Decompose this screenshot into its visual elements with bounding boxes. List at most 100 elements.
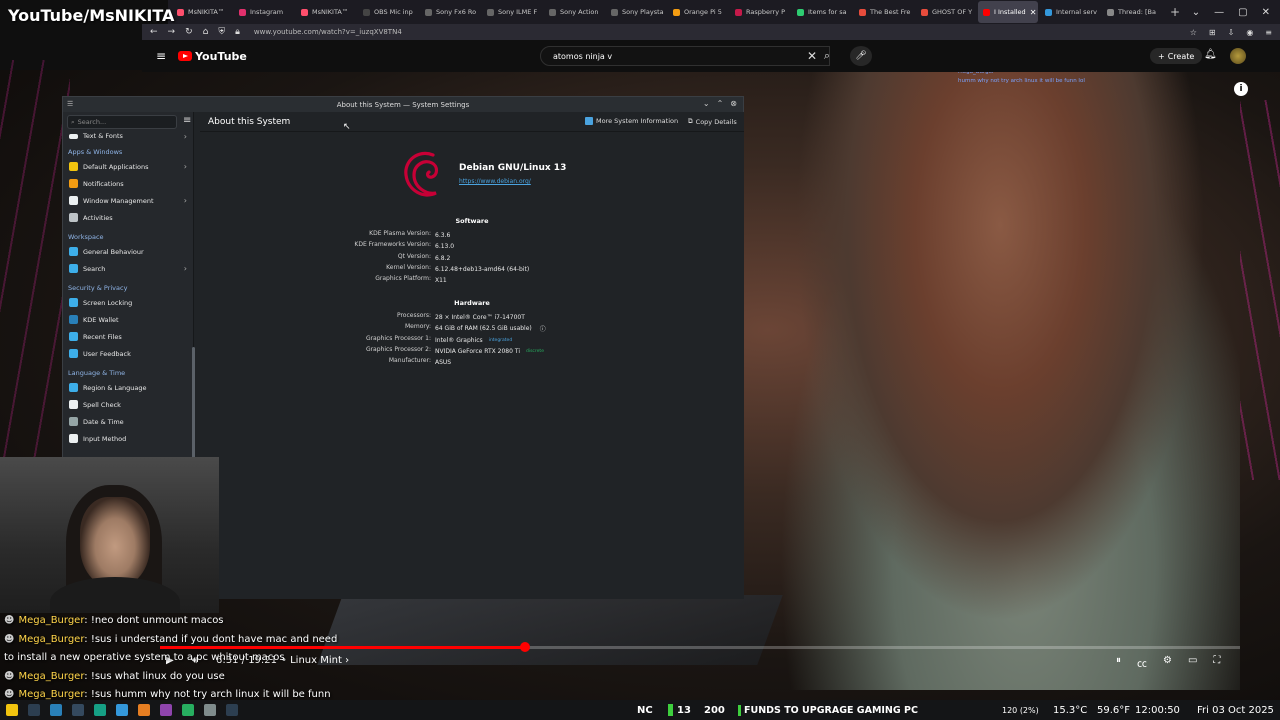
terminal-icon[interactable]	[72, 704, 84, 716]
search-button[interactable]: ⌕	[812, 46, 842, 66]
browser-tab[interactable]: I Installed ✕	[978, 1, 1038, 23]
extensions-icon[interactable]: ⊞	[1209, 28, 1216, 37]
more-system-info-button[interactable]: More System Information	[585, 117, 678, 125]
maximize-icon[interactable]: ⌃	[717, 99, 724, 108]
downloads-icon[interactable]: ⇩	[1228, 28, 1235, 37]
browser-tab[interactable]: GHOST OF Y	[916, 1, 976, 23]
sidebar-item-user-feedback[interactable]: User Feedback	[63, 345, 193, 362]
autoplay-toggle-icon[interactable]: ⏸	[1116, 655, 1121, 670]
browser-tab[interactable]: Sony Playsta	[606, 1, 666, 23]
app-icon[interactable]	[182, 704, 194, 716]
info-icon[interactable]: i	[1234, 82, 1248, 96]
fullscreen-icon[interactable]: ⛶	[1213, 655, 1220, 670]
bookmark-star-icon[interactable]: ☆	[1190, 28, 1197, 37]
youtube-logo[interactable]: YouTube	[178, 50, 247, 63]
create-button[interactable]: + Create	[1150, 48, 1203, 64]
browser-tab[interactable]: Internal serv	[1040, 1, 1100, 23]
chat-message: ☻ Mega_Burger: !neo dont unmount macos	[4, 612, 337, 631]
window-titlebar[interactable]: ☰ About this System — System Settings ⌄ …	[63, 97, 743, 112]
date[interactable]: Fri 03 Oct 2025	[1197, 705, 1274, 716]
progress-scrubber[interactable]	[520, 642, 531, 652]
browser-tab[interactable]: Thread: [Ba	[1102, 1, 1162, 23]
home-icon[interactable]: ⌂	[203, 27, 209, 37]
browser-tab[interactable]: Raspberry P	[730, 1, 790, 23]
app-menu-icon[interactable]: ☰	[67, 100, 73, 108]
microphone-icon[interactable]: 🎤︎	[850, 46, 872, 66]
back-icon[interactable]: ←	[150, 27, 158, 37]
sidebar-item-general-behaviour[interactable]: General Behaviour	[63, 243, 193, 260]
app-icon[interactable]	[226, 704, 238, 716]
browser-tab[interactable]: Orange Pi 5	[668, 1, 728, 23]
browser-tab[interactable]: OBS Mic inp	[358, 1, 418, 23]
sidebar-item-window-management[interactable]: Window Management ›	[63, 192, 193, 209]
close-icon[interactable]: ✕	[1262, 7, 1270, 18]
start-menu-icon[interactable]	[6, 704, 18, 716]
new-tab-button[interactable]: +	[1164, 5, 1186, 19]
sidebar-item-screen-locking[interactable]: Screen Locking	[63, 294, 193, 311]
sidebar-search-field[interactable]: ⌕ Search...	[67, 115, 177, 129]
firefox-icon[interactable]	[138, 704, 150, 716]
browser-tab[interactable]: The Best Fre	[854, 1, 914, 23]
hamburger-menu-icon[interactable]: ≡	[156, 49, 166, 63]
show-desktop-icon[interactable]	[28, 704, 40, 716]
app-icon[interactable]	[160, 704, 172, 716]
search-input[interactable]: atomos ninja v ✕	[540, 46, 830, 66]
tab-close-icon[interactable]: ✕	[1030, 8, 1037, 17]
tab-favicon-icon	[983, 8, 990, 16]
sidebar-item-notifications[interactable]: Notifications	[63, 175, 193, 192]
menu-icon[interactable]: ≡	[1265, 28, 1272, 37]
miniplayer-icon[interactable]: ▭	[1188, 655, 1197, 670]
browser-tab[interactable]: MsNIKITA™	[172, 1, 232, 23]
tab-label: Sony ILME F	[498, 8, 538, 16]
recent-files-icon	[69, 332, 78, 341]
browser-tab[interactable]: MsNIKITA™	[296, 1, 356, 23]
distro-website-link[interactable]: https://www.debian.org/	[459, 178, 531, 185]
maximize-icon[interactable]: ▢	[1238, 7, 1247, 18]
captions-icon[interactable]: ㏄	[1137, 655, 1147, 670]
sidebar-item-search[interactable]: Search ›	[63, 260, 193, 277]
info-key: KDE Plasma Version:	[369, 230, 431, 237]
copy-details-button[interactable]: ⧉ Copy Details	[688, 117, 737, 126]
minimize-icon[interactable]: —	[1214, 7, 1224, 18]
sidebar-item-default-applications[interactable]: Default Applications ›	[63, 158, 193, 175]
close-icon[interactable]: ⊗	[730, 99, 737, 108]
shield-icon[interactable]: ⛨	[218, 27, 225, 37]
page-title: About this System	[208, 116, 291, 127]
info-icon[interactable]: ⓘ	[540, 324, 546, 333]
file-manager-icon[interactable]	[50, 704, 62, 716]
sidebar-item-region-language[interactable]: Region & Language	[63, 379, 193, 396]
tab-favicon-icon	[735, 8, 742, 16]
browser-tab[interactable]: Items for sa	[792, 1, 852, 23]
notifications-bell-icon[interactable]: 🔔︎	[1204, 49, 1217, 60]
url-bar[interactable]: www.youtube.com/watch?v=_iuzqXV8TN4	[254, 28, 402, 36]
browser-tab[interactable]: Sony Fx6 Ro	[420, 1, 480, 23]
hamburger-menu-icon[interactable]: ≡	[183, 115, 191, 126]
browser-tab[interactable]: Sony ILME F	[482, 1, 542, 23]
reload-icon[interactable]: ↻	[185, 27, 193, 37]
sidebar-item-label: Default Applications	[83, 162, 149, 171]
mouse-cursor-icon: ↖	[343, 122, 351, 132]
taskbar-counter-2: 200	[704, 704, 725, 716]
sidebar-item-kde-wallet[interactable]: KDE Wallet	[63, 311, 193, 328]
forward-icon[interactable]: →	[168, 27, 176, 37]
info-value: NVIDIA GeForce RTX 2080 Ti	[435, 347, 520, 355]
browser-tab[interactable]: Sony Action	[544, 1, 604, 23]
chevron-down-icon[interactable]: ⌄	[1192, 7, 1200, 18]
sidebar-item-date-time[interactable]: Date & Time	[63, 413, 193, 430]
clock[interactable]: 12:00:50	[1135, 705, 1180, 716]
sidebar-item-text-fonts[interactable]: Text & Fonts ›	[63, 131, 193, 141]
browser-window-controls: ⌄ — ▢ ✕	[1192, 7, 1280, 18]
settings-gear-icon[interactable]: ⚙	[1163, 655, 1172, 670]
account-icon[interactable]: ◉	[1246, 28, 1253, 37]
youtube-header: ≡ YouTube atomos ninja v ✕ ⌕ 🎤︎ + Create…	[142, 40, 1280, 72]
sidebar-item-activities[interactable]: Activities	[63, 209, 193, 226]
sidebar-item-spell-check[interactable]: Spell Check	[63, 396, 193, 413]
browser-tab[interactable]: Instagram	[234, 1, 294, 23]
app-icon[interactable]	[204, 704, 216, 716]
app-icon[interactable]	[116, 704, 128, 716]
sidebar-item-input-method[interactable]: Input Method	[63, 430, 193, 447]
avatar[interactable]	[1230, 48, 1246, 64]
sidebar-item-recent-files[interactable]: Recent Files	[63, 328, 193, 345]
settings-icon[interactable]	[94, 704, 106, 716]
minimize-icon[interactable]: ⌄	[703, 99, 710, 108]
